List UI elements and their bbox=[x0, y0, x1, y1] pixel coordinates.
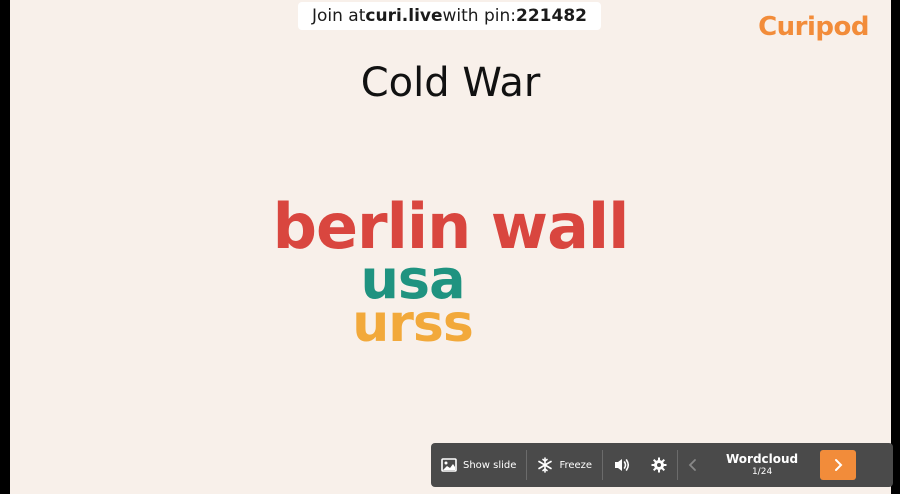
show-slide-label: Show slide bbox=[463, 459, 517, 471]
chevron-right-icon bbox=[833, 458, 843, 472]
slide-type-label: Wordcloud bbox=[725, 452, 799, 467]
join-pin: 221482 bbox=[516, 6, 587, 26]
join-prefix: Join at bbox=[311, 6, 366, 26]
next-slide-button[interactable] bbox=[820, 450, 857, 480]
slide-title: Cold War bbox=[360, 60, 541, 106]
chevron-left-icon bbox=[688, 458, 698, 472]
sound-button[interactable] bbox=[603, 443, 641, 487]
presenter-toolbar: Show slide Freeze Wordcloud 1/24 bbox=[431, 443, 893, 487]
freeze-button[interactable]: Freeze bbox=[527, 443, 602, 487]
image-icon bbox=[441, 458, 457, 472]
snowflake-icon bbox=[537, 457, 553, 473]
join-site: curi.live bbox=[365, 6, 443, 26]
slide-indicator: Wordcloud 1/24 bbox=[708, 452, 816, 477]
speaker-icon bbox=[613, 457, 631, 473]
previous-slide-button[interactable] bbox=[678, 443, 708, 487]
curipod-logo: Curipod bbox=[758, 12, 869, 42]
presentation-stage: Join at curi.live with pin: 221482 Curip… bbox=[10, 0, 891, 494]
join-middle: with pin: bbox=[442, 6, 517, 26]
gear-icon bbox=[651, 457, 667, 473]
wordcloud-word: urss bbox=[352, 294, 474, 354]
show-slide-button[interactable]: Show slide bbox=[431, 443, 526, 487]
join-pin-banner: Join at curi.live with pin: 221482 bbox=[298, 2, 601, 30]
slide-position: 1/24 bbox=[751, 466, 773, 477]
freeze-label: Freeze bbox=[559, 459, 593, 471]
settings-button[interactable] bbox=[641, 443, 677, 487]
